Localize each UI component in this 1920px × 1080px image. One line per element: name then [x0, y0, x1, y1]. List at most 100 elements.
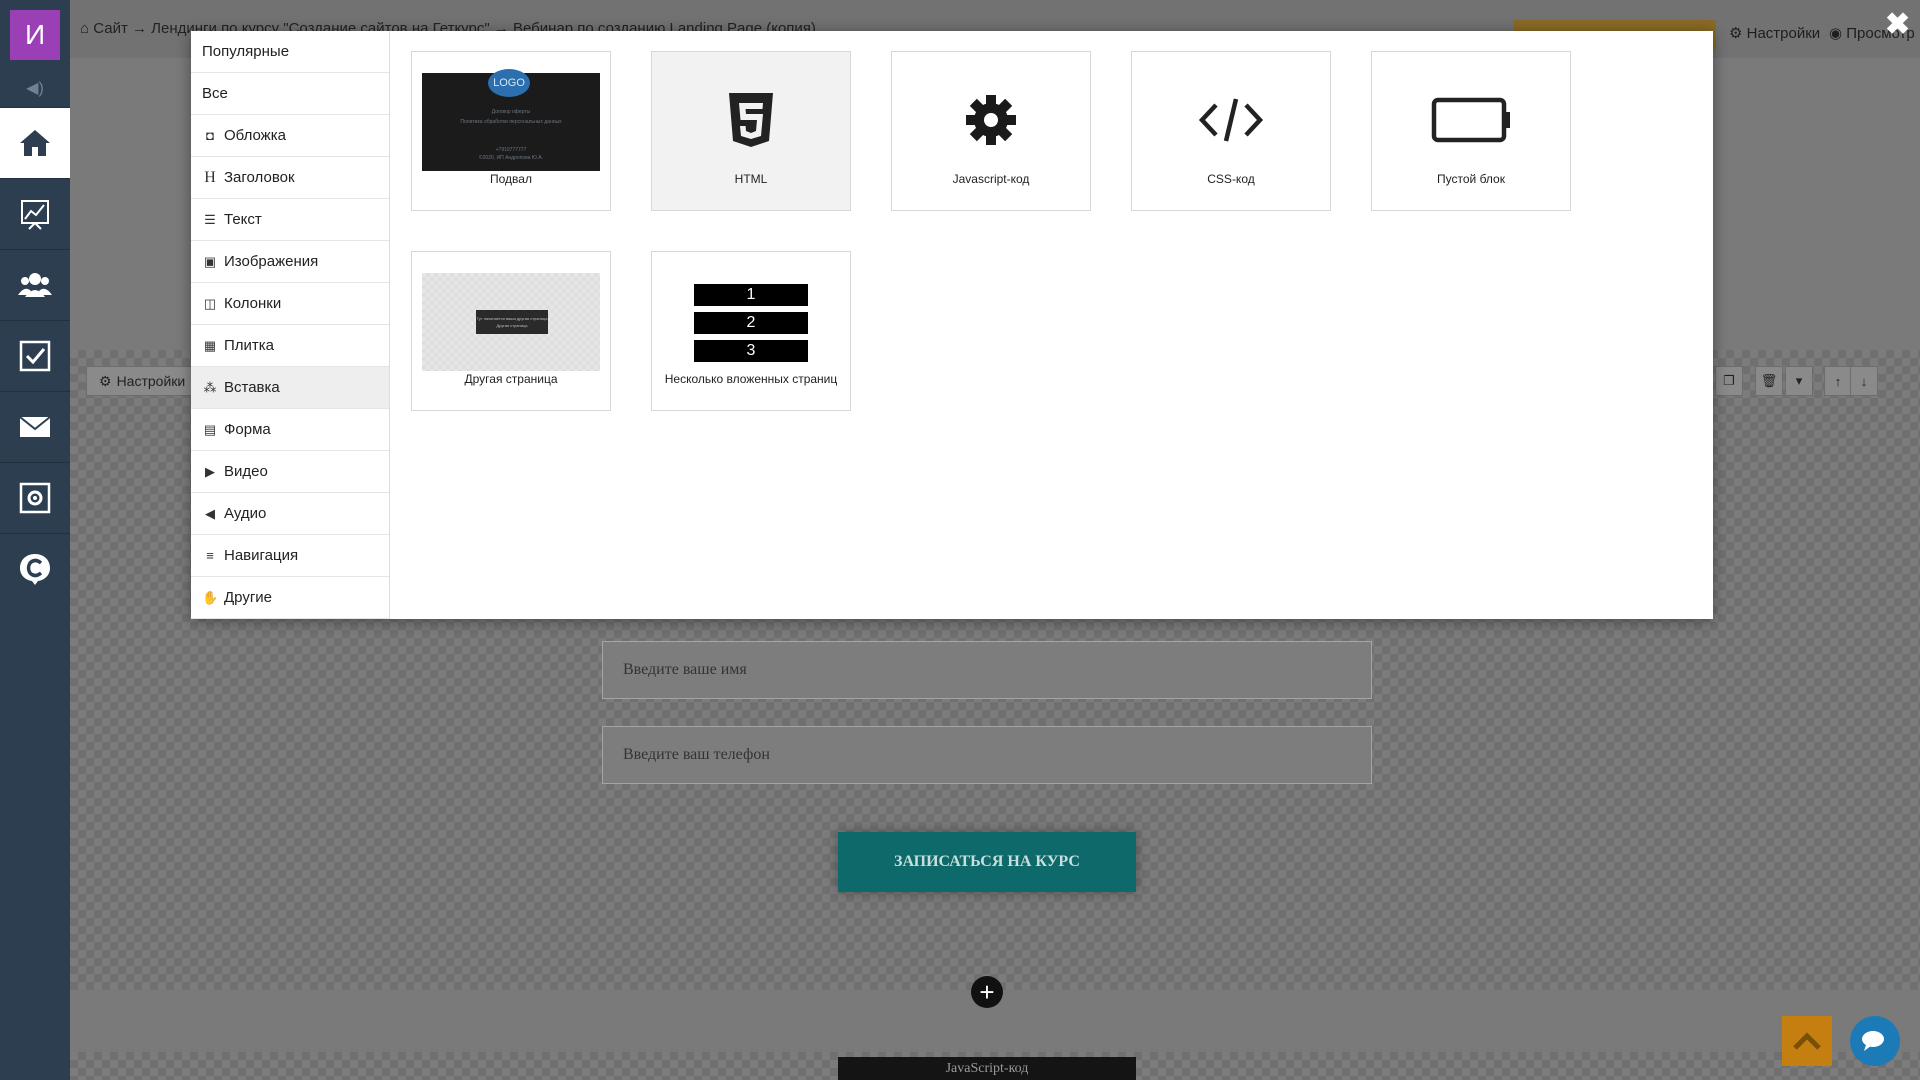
delete-block-button[interactable]: 🗑 — [1755, 366, 1783, 396]
tile-footer[interactable]: LOGO Договор оферты Политика обработки п… — [411, 51, 611, 211]
category-label: Все — [202, 85, 228, 102]
category-popular[interactable]: Популярные — [191, 31, 389, 73]
tile-nested-pages[interactable]: 1 2 3 Несколько вложенных страниц — [651, 251, 851, 411]
tile-javascript[interactable]: Javascript-код — [891, 51, 1091, 211]
tile-other-page[interactable]: Тут начинается ваша другая страница Друг… — [411, 251, 611, 411]
category-label: Колонки — [224, 295, 282, 312]
category-navigation[interactable]: ≡ Навигация — [191, 535, 389, 577]
trash-icon: 🗑 — [1760, 373, 1778, 388]
tile-html[interactable]: HTML — [651, 51, 851, 211]
caret-down-icon: ▾ — [1795, 373, 1803, 388]
phone-input[interactable]: Введите ваш телефон — [602, 726, 1372, 784]
arrow-down-icon: ↓ — [1860, 373, 1868, 389]
category-list: Популярные Все ◘ Обложка H Заголовок ☰ Текс… — [191, 31, 390, 619]
tile-art — [892, 70, 1090, 170]
name-input[interactable]: Введите ваше имя — [602, 641, 1372, 699]
chart-icon — [21, 200, 49, 230]
header-icon: H — [204, 168, 216, 186]
category-label: Заголовок — [224, 169, 295, 186]
chat-bubbles-icon — [1862, 1031, 1884, 1051]
notifications-icon[interactable]: ◀︎) — [0, 70, 70, 106]
category-form[interactable]: ▤ Форма — [191, 409, 389, 451]
category-tiles[interactable]: ▦ Плитка — [191, 325, 389, 367]
category-label: Аудио — [224, 505, 267, 522]
category-other[interactable]: ✋ Другие — [191, 577, 389, 619]
html5-icon — [729, 93, 773, 147]
tile-empty-block[interactable]: Пустой блок — [1371, 51, 1571, 211]
tile-art — [1372, 70, 1570, 170]
preview-line: Другая страница — [496, 323, 528, 328]
category-cover[interactable]: ◘ Обложка — [191, 115, 389, 157]
preview-line: +7919777777 — [495, 147, 527, 153]
category-heading[interactable]: H Заголовок — [191, 157, 389, 199]
category-columns[interactable]: ◫ Колонки — [191, 283, 389, 325]
preview-line: ©2020, ИП Андропова Ю.А. — [478, 155, 544, 161]
category-label: Видео — [224, 463, 268, 480]
close-modal-button[interactable]: ✖ — [1885, 10, 1910, 40]
category-images[interactable]: ▣ Изображения — [191, 241, 389, 283]
tiles-icon: ▦ — [203, 337, 217, 353]
sidebar-item-home[interactable] — [0, 107, 70, 178]
move-up-button[interactable]: ↑ — [1824, 366, 1852, 396]
chat-c-icon — [20, 554, 50, 585]
text-lines-icon: ☰ — [204, 211, 216, 227]
top-settings-label: Настройки — [1746, 25, 1821, 42]
volume-icon: ◀ — [205, 505, 215, 521]
category-all[interactable]: Все — [191, 73, 389, 115]
block-menu-button[interactable]: ▾ — [1785, 366, 1813, 396]
arrow-up-icon: ↑ — [1834, 373, 1842, 389]
js-block-label: JavaScript-код — [838, 1057, 1136, 1080]
tile-label: Подвал — [490, 172, 532, 186]
category-label: Плитка — [224, 337, 275, 354]
category-label: Популярные — [202, 43, 290, 60]
logo-badge: LOGO — [488, 69, 530, 97]
sidebar-item-chat[interactable] — [0, 533, 70, 604]
users-icon — [18, 273, 52, 297]
tile-css[interactable]: CSS-код — [1131, 51, 1331, 211]
tile-label: CSS-код — [1207, 172, 1255, 186]
columns-icon: ◫ — [203, 295, 217, 311]
nested-pages-preview: 1 2 3 — [694, 284, 808, 362]
gear-icon: ⚙ — [99, 372, 112, 389]
checkbox-icon — [19, 340, 51, 372]
top-settings-link[interactable]: ⚙ Настройки — [1729, 24, 1820, 42]
category-label: Изображения — [224, 253, 319, 270]
preview-line: Тут начинается ваша другая страница — [476, 316, 548, 321]
sidebar-item-users[interactable] — [0, 249, 70, 320]
tile-label: HTML — [734, 172, 768, 186]
camera-icon: ◘ — [206, 128, 214, 143]
category-video[interactable]: ▶ Видео — [191, 451, 389, 493]
tile-art — [652, 70, 850, 170]
nested-page-item: 2 — [694, 312, 808, 334]
category-label: Вставка — [224, 379, 280, 396]
copy-block-button[interactable]: ❐ — [1715, 366, 1743, 396]
user-avatar[interactable]: И — [10, 10, 60, 60]
category-insert[interactable]: ⁂ Вставка — [191, 367, 389, 409]
chat-widget-button[interactable] — [1850, 1016, 1900, 1066]
sidebar-item-stats[interactable] — [0, 178, 70, 249]
add-block-button[interactable]: + — [971, 976, 1003, 1008]
category-label: Текст — [224, 211, 262, 228]
tile-art — [1132, 70, 1330, 170]
form-icon: ▤ — [203, 421, 217, 437]
sidebar-item-tasks[interactable] — [0, 320, 70, 391]
image-icon: ▣ — [203, 253, 217, 269]
category-label: Другие — [224, 589, 273, 606]
category-text[interactable]: ☰ Текст — [191, 199, 389, 241]
move-down-button[interactable]: ↓ — [1850, 366, 1878, 396]
menu-icon: ≡ — [206, 548, 214, 563]
category-audio[interactable]: ◀ Аудио — [191, 493, 389, 535]
other-page-preview: Тут начинается ваша другая страница Друг… — [422, 273, 600, 371]
home-icon: ⌂ — [80, 20, 94, 37]
preview-line: Политика обработки персональных данных — [460, 119, 562, 125]
left-sidebar: И ◀︎) — [0, 0, 70, 1080]
youtube-icon: ▶ — [205, 463, 215, 479]
preview-line: Договор оферты — [491, 109, 531, 115]
enroll-button[interactable]: ЗАПИСАТЬСЯ НА КУРС — [838, 832, 1136, 892]
sidebar-item-settings[interactable] — [0, 462, 70, 533]
block-settings-button[interactable]: ⚙ Настройки — [86, 366, 192, 396]
scroll-top-button[interactable] — [1782, 1016, 1832, 1066]
code-icon — [1198, 98, 1264, 142]
footer-preview: LOGO Договор оферты Политика обработки п… — [422, 69, 600, 171]
sidebar-item-mail[interactable] — [0, 391, 70, 462]
